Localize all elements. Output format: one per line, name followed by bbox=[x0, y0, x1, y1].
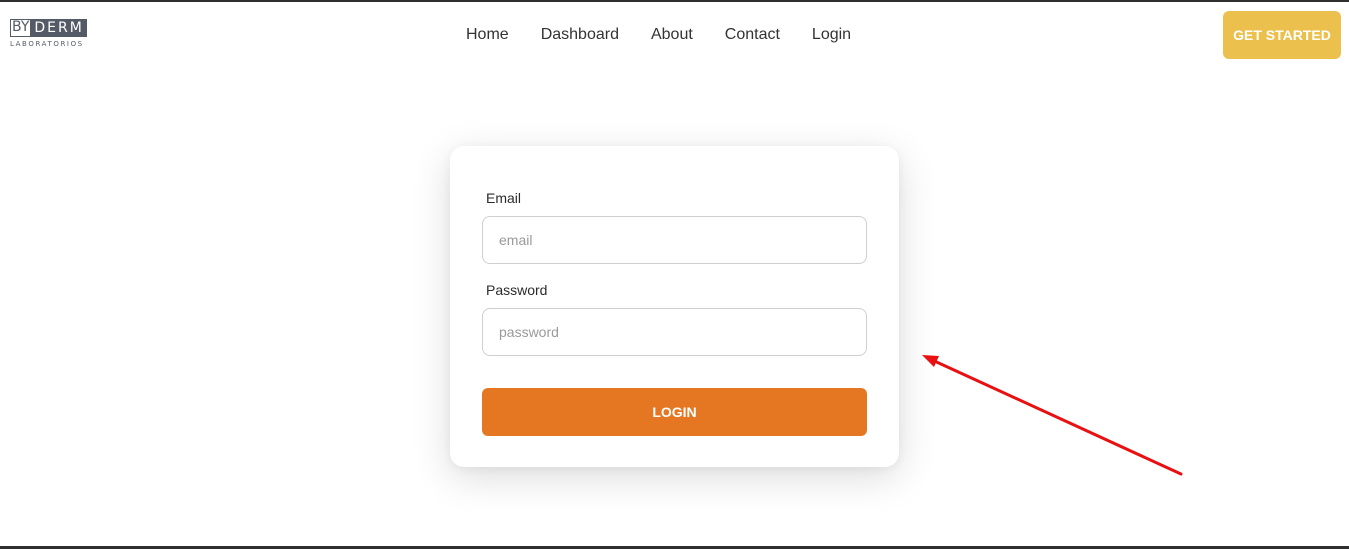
login-button[interactable]: LOGIN bbox=[482, 388, 867, 436]
login-card: Email Password LOGIN bbox=[450, 146, 899, 467]
password-label: Password bbox=[486, 282, 548, 298]
main-nav: Home Dashboard About Contact Login bbox=[466, 25, 883, 45]
nav-dashboard[interactable]: Dashboard bbox=[541, 25, 619, 45]
nav-home[interactable]: Home bbox=[466, 25, 509, 45]
logo-mark: BY DERM bbox=[10, 19, 90, 37]
logo-by-text: BY bbox=[10, 19, 32, 37]
nav-contact[interactable]: Contact bbox=[725, 25, 780, 45]
annotation-arrow-icon bbox=[922, 355, 1183, 476]
get-started-button[interactable]: GET STARTED bbox=[1223, 11, 1341, 59]
password-input[interactable] bbox=[482, 308, 867, 356]
email-label: Email bbox=[486, 190, 522, 206]
nav-login[interactable]: Login bbox=[812, 25, 851, 45]
logo-subtitle: LABORATORIOS bbox=[10, 40, 84, 48]
nav-about[interactable]: About bbox=[651, 25, 693, 45]
logo-derm-text: DERM bbox=[31, 19, 87, 37]
top-header: BY DERM LABORATORIOS Home Dashboard Abou… bbox=[0, 2, 1349, 70]
byderm-logo[interactable]: BY DERM LABORATORIOS bbox=[10, 19, 90, 51]
email-input[interactable] bbox=[482, 216, 867, 264]
